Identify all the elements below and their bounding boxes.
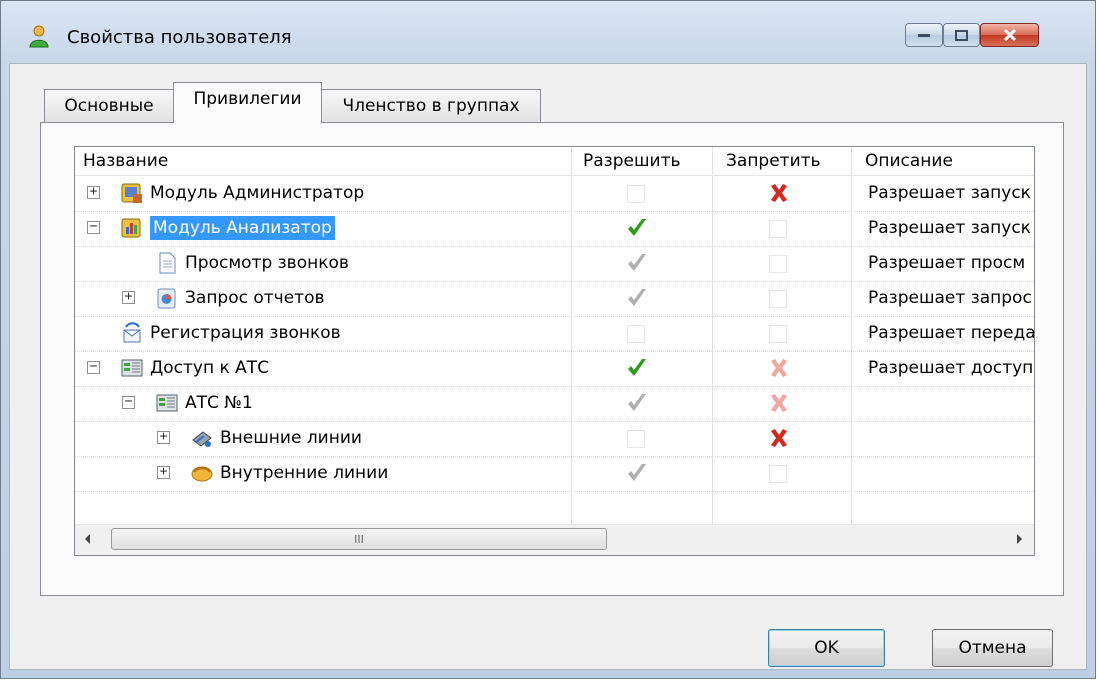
allow-checkbox[interactable]: [627, 185, 645, 203]
privilege-row[interactable]: − Доступ к АТС Разрешает доступ: [75, 351, 1034, 387]
column-header-description[interactable]: Описание: [865, 151, 953, 171]
deny-checkbox[interactable]: [769, 290, 787, 308]
deny-cross-icon: [771, 429, 787, 447]
tab-group-membership[interactable]: Членство в группах: [321, 89, 541, 122]
deny-checkbox[interactable]: [769, 465, 787, 483]
external-lines-icon: [192, 431, 212, 447]
deny-cross-icon: [771, 394, 787, 412]
privilege-name[interactable]: Регистрация звонков: [150, 323, 341, 343]
scrollbar-grip: III: [354, 532, 364, 546]
privilege-row[interactable]: − АТС №1: [75, 386, 1034, 422]
privilege-name[interactable]: Модуль Администратор: [150, 183, 364, 203]
allow-checkbox[interactable]: [626, 386, 648, 420]
user-icon: [29, 25, 49, 48]
minimize-icon: [918, 34, 930, 37]
horizontal-scrollbar[interactable]: III: [75, 524, 1034, 555]
privilege-name[interactable]: АТС №1: [185, 393, 253, 413]
privilege-row[interactable]: − Модуль Анализатор Разрешает запуск: [75, 211, 1034, 247]
deny-checkbox[interactable]: [769, 325, 787, 343]
allow-checkbox[interactable]: [626, 211, 648, 245]
allow-checkbox[interactable]: [627, 430, 645, 448]
column-header-deny[interactable]: Запретить: [726, 151, 821, 171]
call-registration-icon: [123, 322, 141, 343]
empty-row: [75, 491, 1034, 527]
maximize-button[interactable]: [943, 23, 980, 47]
allow-checkbox[interactable]: [627, 325, 645, 343]
grid-header: Название Разрешить Запретить Описание: [75, 147, 1034, 176]
allow-checkmark-icon: [628, 394, 646, 411]
allow-checkmark-icon: [628, 219, 646, 236]
title-bar[interactable]: Свойства пользователя: [1, 1, 1095, 63]
collapse-icon[interactable]: −: [87, 220, 100, 234]
privileges-panel: Название Разрешить Запретить Описание + М…: [40, 122, 1064, 596]
privilege-name[interactable]: Запрос отчетов: [185, 288, 325, 308]
privilege-row[interactable]: + Внешние линии: [75, 421, 1034, 457]
deny-checkbox[interactable]: [768, 351, 790, 385]
privilege-name[interactable]: Просмотр звонков: [185, 253, 349, 273]
privilege-description: Разрешает доступ: [868, 358, 1034, 378]
privilege-row[interactable]: Просмотр звонков Разрешает просм: [75, 246, 1034, 282]
allow-checkmark-icon: [628, 289, 646, 306]
deny-checkbox[interactable]: [768, 421, 790, 455]
pbx-icon: [121, 359, 143, 377]
privilege-name[interactable]: Доступ к АТС: [150, 358, 269, 378]
collapse-icon[interactable]: −: [122, 395, 135, 409]
allow-checkbox[interactable]: [626, 246, 648, 280]
privilege-description: Разрешает переда: [868, 323, 1035, 343]
close-button[interactable]: [980, 23, 1039, 47]
allow-checkmark-icon: [628, 359, 646, 376]
allow-checkbox[interactable]: [626, 281, 648, 315]
user-properties-dialog: Свойства пользователя Основные Привилеги…: [0, 0, 1096, 679]
privilege-description: Разрешает просм: [868, 253, 1026, 273]
expand-icon[interactable]: +: [87, 185, 100, 199]
expand-icon[interactable]: +: [157, 465, 170, 479]
ok-button[interactable]: OK: [768, 629, 885, 667]
expand-icon[interactable]: +: [122, 290, 135, 304]
tab-privileges[interactable]: Привилегии: [173, 82, 322, 123]
dialog-client-area: Основные Привилегии Членство в группах Н…: [9, 63, 1087, 670]
privilege-row[interactable]: + Модуль Администратор Разрешает запуск: [75, 176, 1034, 212]
allow-checkbox[interactable]: [626, 456, 648, 490]
maximize-icon: [955, 29, 968, 41]
minimize-button[interactable]: [905, 23, 943, 47]
tab-general[interactable]: Основные: [44, 89, 174, 122]
admin-module-icon: [121, 183, 142, 203]
cancel-button[interactable]: Отмена: [932, 629, 1053, 667]
pbx-icon: [156, 394, 178, 412]
scrollbar-thumb[interactable]: III: [111, 528, 607, 550]
deny-checkbox[interactable]: [768, 176, 790, 210]
window-title: Свойства пользователя: [67, 27, 292, 48]
privilege-row[interactable]: + Запрос отчетов Разрешает запрос: [75, 281, 1034, 317]
allow-checkmark-icon: [628, 464, 646, 481]
analyzer-module-icon: [121, 218, 141, 238]
deny-cross-icon: [771, 359, 787, 377]
column-header-name[interactable]: Название: [83, 151, 168, 171]
privilege-description: Разрешает запуск: [868, 183, 1031, 203]
scroll-left-arrow-icon[interactable]: [83, 533, 91, 545]
column-header-allow[interactable]: Разрешить: [583, 151, 680, 171]
privilege-name[interactable]: Внешние линии: [220, 428, 362, 448]
privileges-tree-grid[interactable]: Название Разрешить Запретить Описание + М…: [74, 146, 1035, 556]
privilege-description: Разрешает запуск: [868, 218, 1031, 238]
deny-checkbox[interactable]: [768, 386, 790, 420]
document-icon: [159, 252, 176, 274]
privilege-name[interactable]: Внутренние линии: [220, 463, 388, 483]
allow-checkmark-icon: [628, 254, 646, 271]
privilege-row[interactable]: Регистрация звонков Разрешает переда: [75, 316, 1034, 352]
deny-checkbox[interactable]: [769, 220, 787, 238]
close-icon: [1003, 29, 1016, 41]
deny-cross-icon: [771, 184, 787, 202]
expand-icon[interactable]: +: [157, 430, 170, 444]
privilege-row[interactable]: + Внутренние линии: [75, 456, 1034, 492]
report-icon: [157, 288, 176, 309]
privilege-description: Разрешает запрос: [868, 288, 1032, 308]
internal-lines-icon: [191, 466, 213, 482]
scroll-right-arrow-icon[interactable]: [1016, 533, 1024, 545]
allow-checkbox[interactable]: [626, 351, 648, 385]
deny-checkbox[interactable]: [769, 255, 787, 273]
privilege-name[interactable]: Модуль Анализатор: [150, 216, 335, 240]
collapse-icon[interactable]: −: [87, 360, 100, 374]
